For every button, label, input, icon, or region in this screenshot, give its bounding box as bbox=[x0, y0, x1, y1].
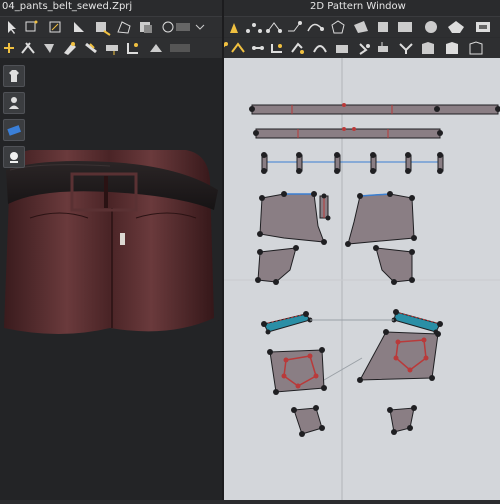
back-waistband-left[interactable] bbox=[261, 311, 313, 335]
toolbar-3d-row1 bbox=[0, 17, 222, 37]
segment-sewing-icon[interactable] bbox=[217, 42, 228, 53]
pocket-right-piece[interactable] bbox=[373, 245, 415, 285]
rectangle-icon[interactable] bbox=[354, 21, 368, 33]
belt-loop[interactable] bbox=[261, 152, 268, 174]
trim-icon[interactable] bbox=[448, 21, 464, 33]
tack-icon[interactable] bbox=[64, 42, 76, 55]
3d-garment-view[interactable] bbox=[0, 58, 222, 500]
front-left-piece[interactable] bbox=[257, 191, 327, 245]
zipper-icon[interactable] bbox=[313, 45, 327, 53]
toolbar-2d-row2-icons bbox=[217, 41, 483, 55]
toolbar-2d-row2 bbox=[217, 38, 500, 58]
shirt-outline-icon[interactable] bbox=[469, 41, 483, 55]
topstitch-icon[interactable] bbox=[378, 42, 388, 52]
toolbar-3d-row1-icons bbox=[8, 20, 205, 36]
side-toolbar bbox=[3, 65, 25, 173]
belt-loop[interactable] bbox=[296, 152, 303, 174]
toolbar-2d-row1 bbox=[210, 17, 500, 37]
shirt-icon[interactable] bbox=[3, 65, 25, 87]
transform-icon[interactable] bbox=[49, 21, 61, 33]
belt-loop[interactable] bbox=[437, 152, 444, 174]
fly-piece[interactable] bbox=[319, 193, 331, 221]
add-point-icon[interactable] bbox=[96, 22, 111, 36]
add-point-icon[interactable] bbox=[288, 21, 302, 32]
zipper-pull bbox=[120, 233, 125, 245]
toolbar-2d-row1-icons bbox=[210, 20, 490, 34]
button-icon[interactable] bbox=[150, 44, 190, 52]
rectangle-icon[interactable] bbox=[140, 22, 152, 33]
waistband-strip-2[interactable] bbox=[253, 127, 443, 139]
fold-arrangement-icon[interactable] bbox=[271, 44, 282, 53]
buttonhole-icon[interactable] bbox=[359, 43, 370, 55]
polygon-icon[interactable] bbox=[331, 20, 345, 34]
check-sewing-icon[interactable] bbox=[252, 46, 264, 50]
2d-pattern-view[interactable] bbox=[224, 58, 500, 500]
curve-point-icon[interactable] bbox=[246, 23, 262, 33]
back-left-piece[interactable] bbox=[267, 347, 327, 395]
circle-icon[interactable] bbox=[162, 21, 190, 33]
belt-loop[interactable] bbox=[405, 152, 412, 174]
waistband-strip-1[interactable] bbox=[249, 103, 500, 115]
button-icon[interactable] bbox=[336, 45, 348, 53]
shirt-tool-icon[interactable] bbox=[422, 42, 434, 54]
zipper-icon[interactable] bbox=[127, 43, 138, 54]
select-icon[interactable] bbox=[8, 21, 16, 34]
fabric-icon[interactable] bbox=[3, 119, 25, 141]
edit-curvature-icon[interactable] bbox=[266, 22, 282, 33]
edit-point-icon[interactable] bbox=[230, 23, 238, 33]
avatar-head-icon[interactable] bbox=[3, 146, 25, 168]
2d-pattern-canvas bbox=[224, 58, 500, 500]
move-icon[interactable] bbox=[25, 20, 38, 32]
chevron-down-icon[interactable] bbox=[195, 24, 205, 30]
back-right-piece[interactable] bbox=[357, 329, 441, 383]
toolbar-3d-row2-icons bbox=[4, 42, 190, 55]
back-waistband-right[interactable] bbox=[391, 309, 444, 335]
back-pocket-right[interactable] bbox=[387, 405, 417, 435]
free-sewing-icon[interactable] bbox=[21, 42, 35, 54]
belt-loop[interactable] bbox=[370, 152, 377, 174]
belt-loops[interactable] bbox=[261, 152, 444, 174]
pattern-window-title: 2D Pattern Window bbox=[310, 1, 406, 12]
fold-icon[interactable] bbox=[44, 44, 54, 53]
free-sewing-icon[interactable] bbox=[231, 42, 245, 53]
puckering-icon[interactable] bbox=[399, 43, 413, 54]
polygon-icon[interactable] bbox=[117, 21, 131, 34]
ellipse-icon[interactable] bbox=[398, 22, 412, 32]
title-bar: 04_pants_belt_sewed.Zprj 2D Pattern Wind… bbox=[0, 0, 500, 17]
tack-icon[interactable] bbox=[291, 42, 304, 54]
circle-icon[interactable] bbox=[378, 22, 388, 32]
panel-icon[interactable] bbox=[476, 22, 490, 32]
file-title: 04_pants_belt_sewed.Zprj bbox=[2, 1, 133, 12]
pin-icon[interactable] bbox=[85, 42, 97, 54]
segment-sewing-icon[interactable] bbox=[4, 43, 14, 53]
3d-pants-render bbox=[4, 150, 218, 334]
curve-icon[interactable] bbox=[307, 23, 324, 32]
shirt-alt-icon[interactable] bbox=[446, 42, 458, 54]
measure-icon[interactable] bbox=[106, 45, 118, 55]
internal-line-icon[interactable] bbox=[425, 21, 437, 33]
edit-pattern-icon[interactable] bbox=[74, 22, 84, 32]
toolbar-3d-row2 bbox=[0, 38, 222, 58]
back-pocket-left[interactable] bbox=[291, 405, 325, 437]
belt-loop[interactable] bbox=[334, 152, 341, 174]
pocket-left-piece[interactable] bbox=[255, 245, 299, 285]
avatar-icon[interactable] bbox=[3, 92, 25, 114]
front-right-piece[interactable] bbox=[345, 191, 417, 247]
